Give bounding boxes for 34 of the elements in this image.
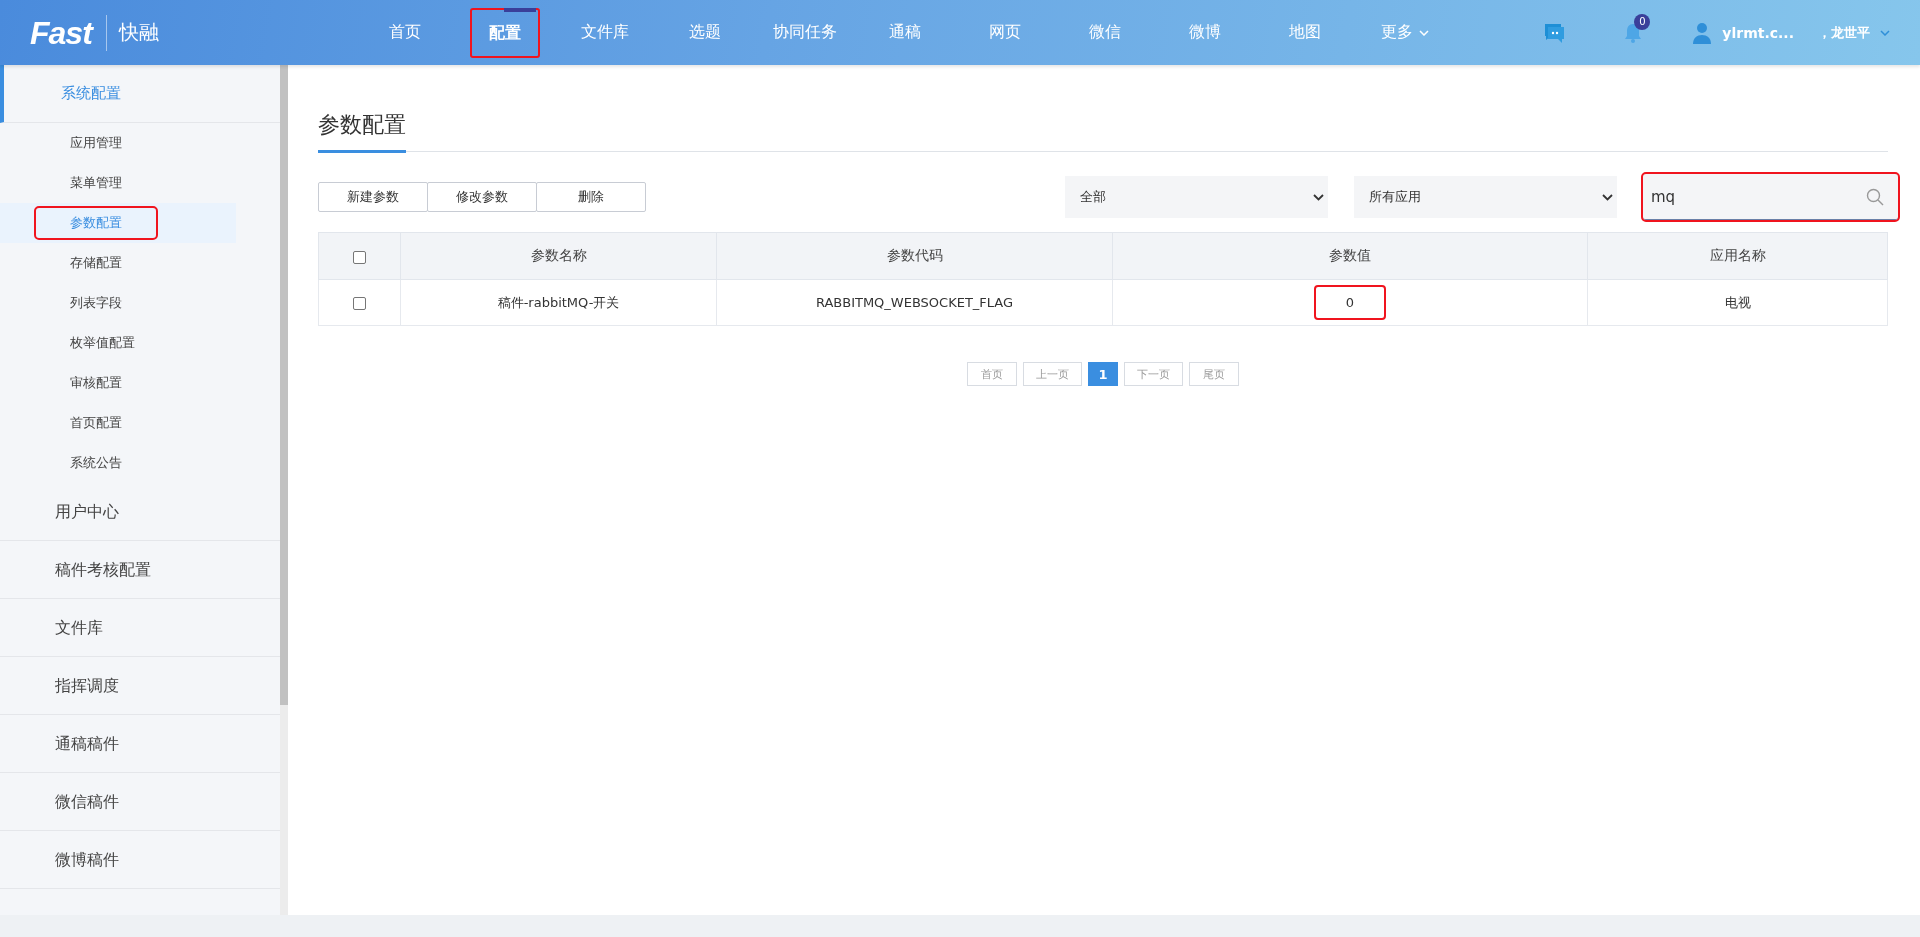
chevron-down-icon xyxy=(1313,193,1324,201)
sidebar-item[interactable]: 列表字段 xyxy=(36,288,156,318)
search-icon[interactable] xyxy=(1866,187,1884,206)
notification-badge: 0 xyxy=(1634,13,1651,30)
toolbar-button[interactable]: 修改参数 xyxy=(427,182,537,212)
toolbar-button[interactable]: 新建参数 xyxy=(318,182,428,212)
select-all-checkbox[interactable] xyxy=(353,250,366,264)
table-cell-text: 稿件-rabbitMQ-开关 xyxy=(496,293,621,312)
logo: Fast xyxy=(30,14,107,51)
sidebar-item[interactable]: 系统公告 xyxy=(36,448,156,478)
toolbar-button[interactable]: 删除 xyxy=(536,182,646,212)
table-cell: 0 xyxy=(1315,287,1385,318)
sidebar-item[interactable]: 审核配置 xyxy=(36,368,156,398)
column-header: 参数值 xyxy=(1112,232,1588,280)
sidebar-item[interactable]: 存储配置 xyxy=(36,248,156,278)
filter-select[interactable]: 全部 xyxy=(1065,176,1328,218)
sidebar-item[interactable]: 枚举值配置 xyxy=(36,328,169,358)
user-icon[interactable] xyxy=(1692,21,1713,44)
column-header: 应用名称 xyxy=(1587,232,1888,280)
row-checkbox[interactable] xyxy=(353,297,366,310)
sidebar-item[interactable]: 菜单管理 xyxy=(36,168,156,198)
column-header: 参数代码 xyxy=(716,232,1113,280)
search-field[interactable]: mq xyxy=(1643,174,1898,220)
sidebar-item[interactable]: 首页配置 xyxy=(36,408,156,438)
brand-name: 快融 xyxy=(118,19,159,46)
table-cell-text: 电视 xyxy=(1723,293,1752,312)
table-cell-text: RABBITMQ_WEBSOCKET_FLAG xyxy=(814,294,1015,312)
chevron-down-icon xyxy=(1880,29,1890,36)
scrollbar-thumb[interactable] xyxy=(280,65,288,705)
sidebar-item[interactable]: 应用管理 xyxy=(36,128,156,158)
filter-select[interactable]: 所有应用 xyxy=(1354,176,1617,218)
page-title: 参数配置 xyxy=(318,110,406,153)
chevron-down-icon xyxy=(1602,193,1613,201)
column-header: 参数名称 xyxy=(400,232,717,280)
